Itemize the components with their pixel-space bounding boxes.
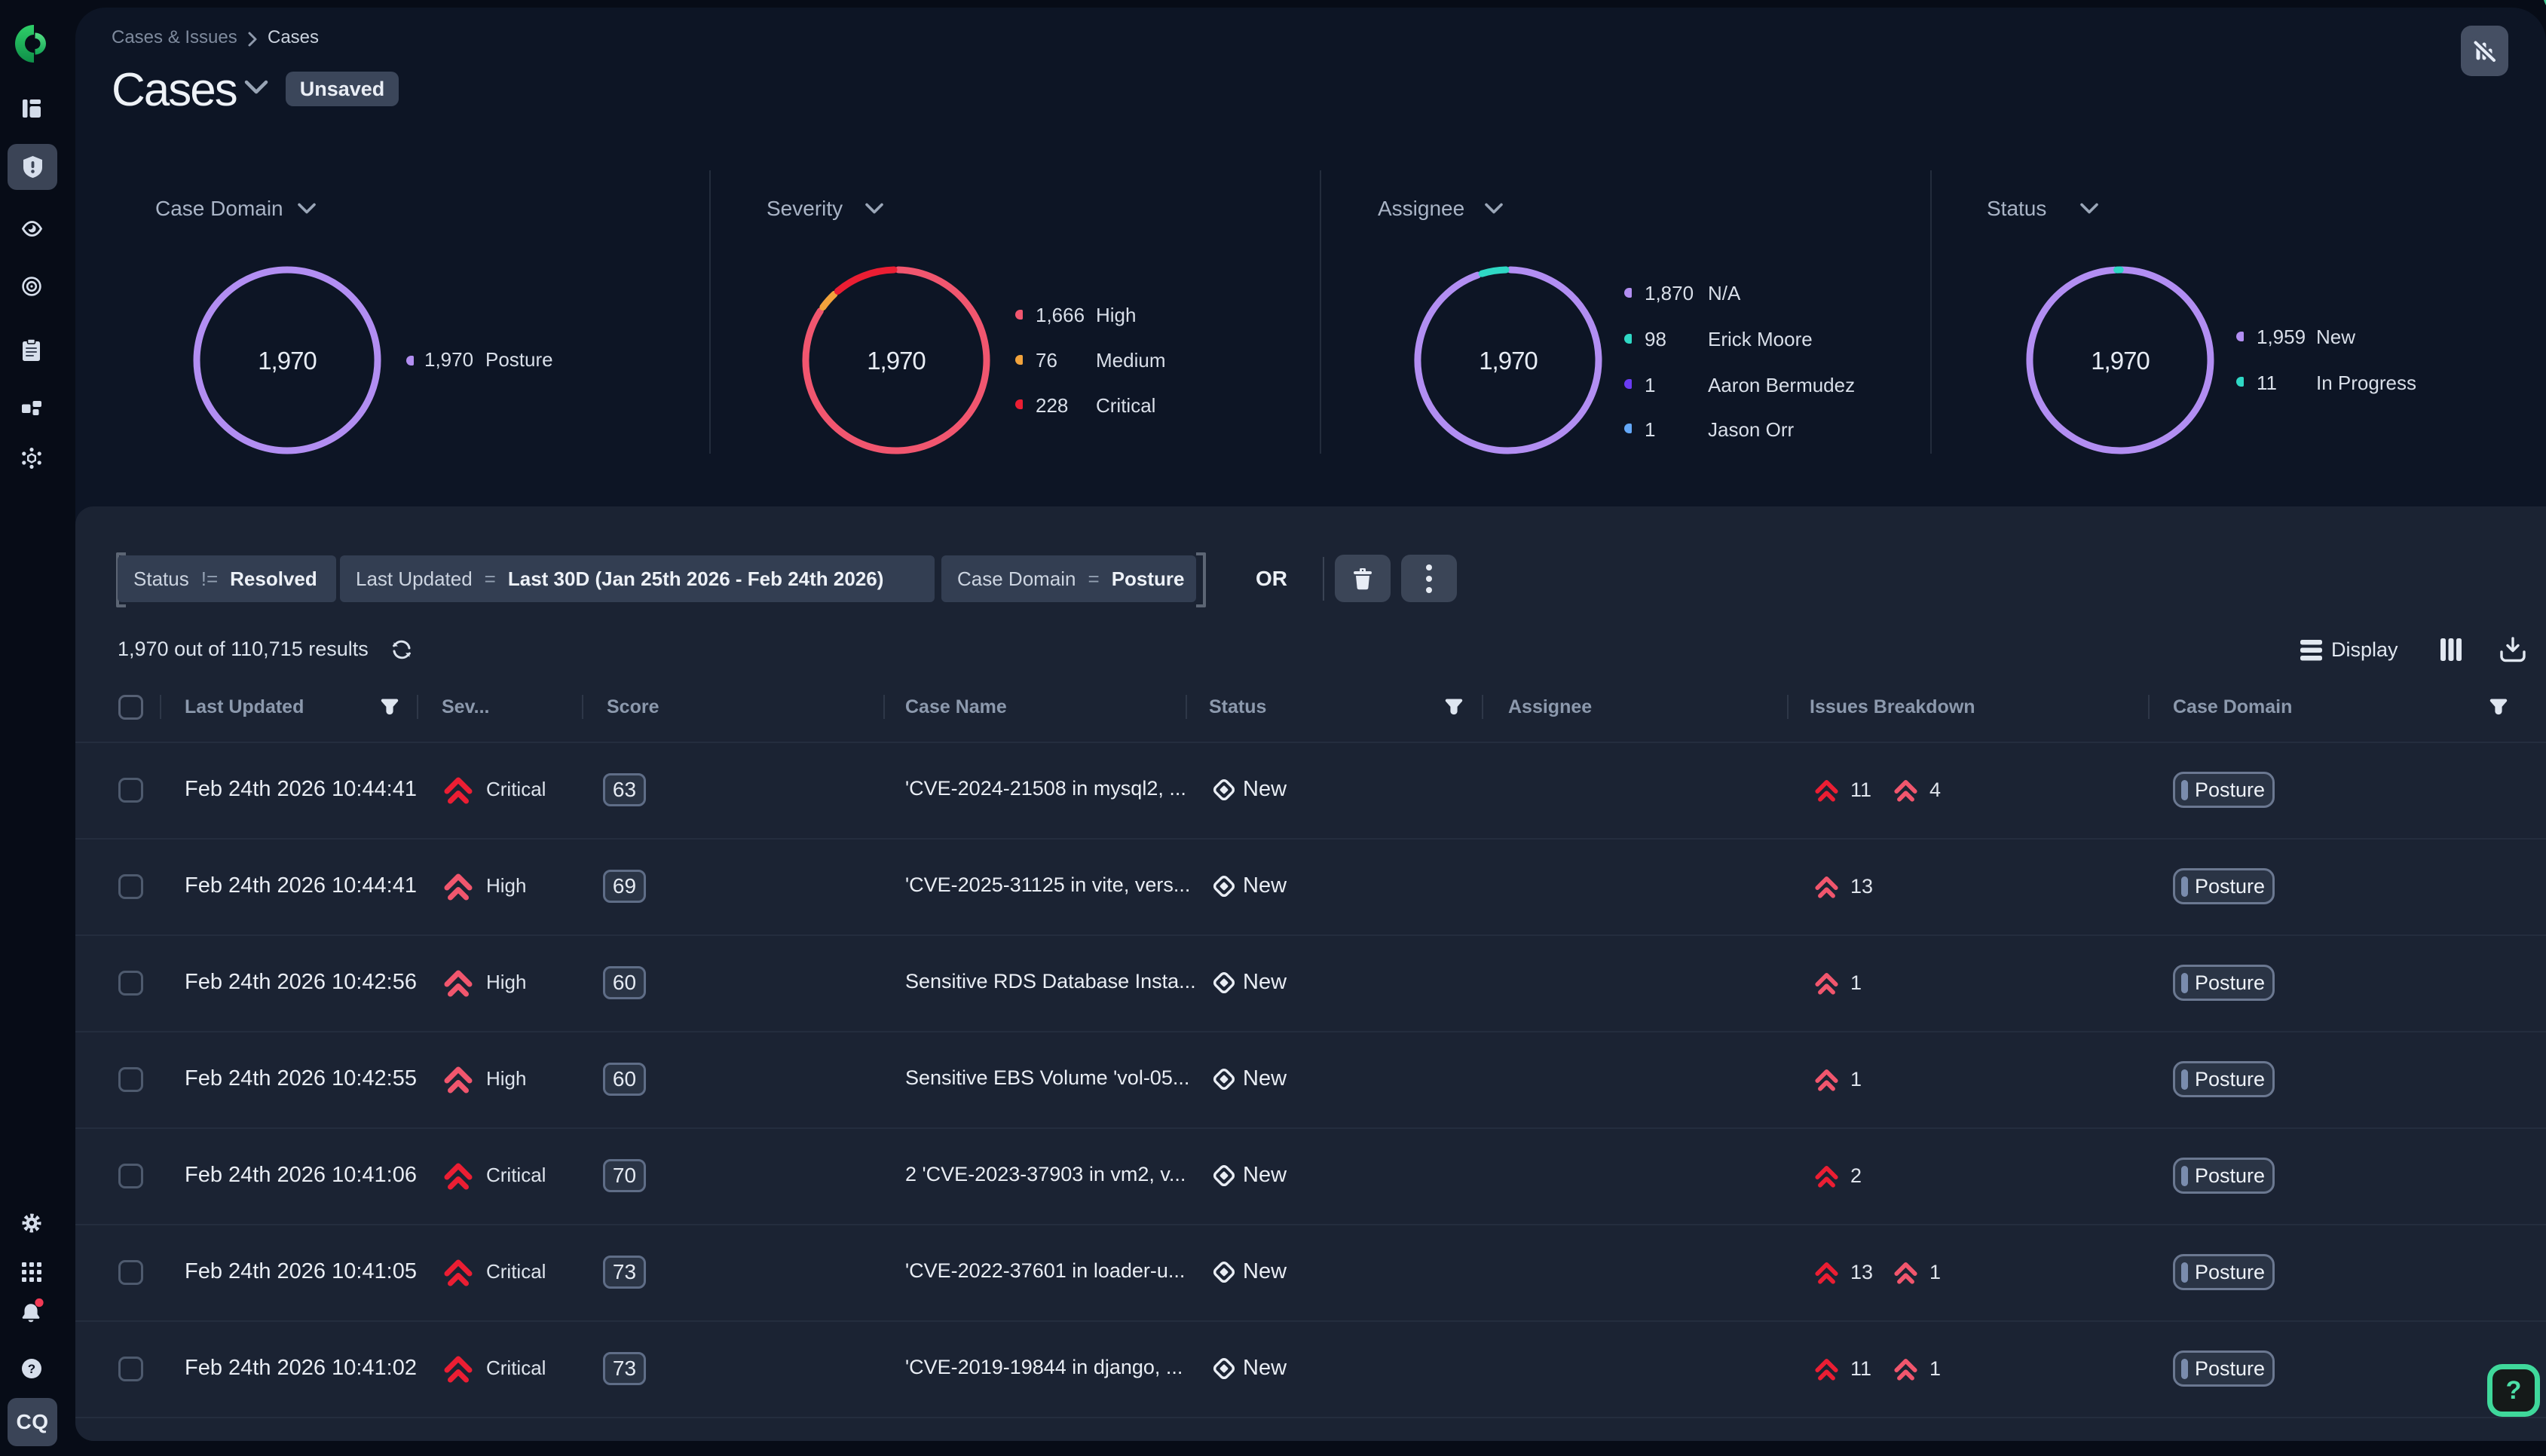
svg-text:?: ?: [28, 1362, 35, 1376]
